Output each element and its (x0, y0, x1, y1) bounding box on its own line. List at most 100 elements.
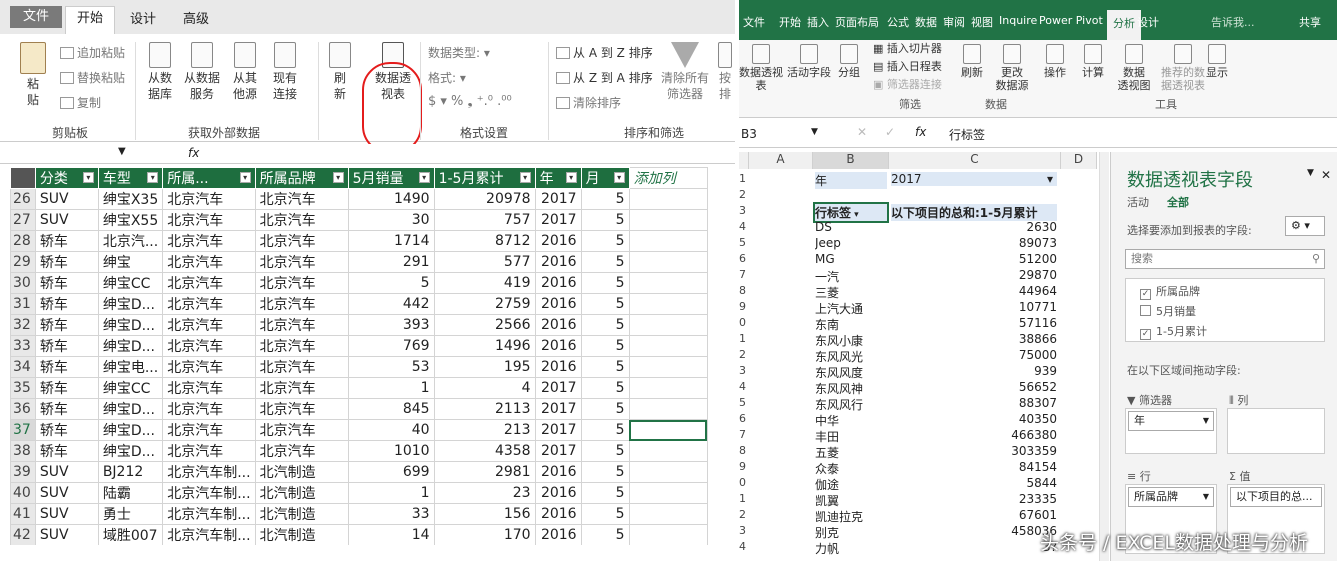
table-cell[interactable]: 2016 (534, 524, 582, 545)
table-cell[interactable]: 5 (580, 251, 630, 273)
table-cell[interactable]: 陆霸 (97, 482, 164, 504)
pivot-row-label[interactable]: 三菱 (815, 284, 887, 301)
table-cell[interactable]: 北京汽车 (254, 272, 349, 294)
table-cell[interactable]: 北汽制造 (254, 482, 349, 504)
add-column-cell[interactable] (628, 503, 708, 525)
table-cell[interactable]: 5 (580, 503, 630, 525)
row-number[interactable]: 9 (739, 300, 747, 313)
pivot-row-label[interactable]: 一汽 (815, 268, 887, 285)
table-cell[interactable]: 绅宝D... (97, 314, 164, 336)
filter-dropdown-icon[interactable]: ▾ (239, 172, 251, 183)
pivot-value-header[interactable]: 以下项目的总和:1-5月累计 (891, 204, 1057, 221)
table-cell[interactable]: 1714 (347, 230, 435, 252)
table-cell[interactable]: 5 (580, 314, 630, 336)
table-cell[interactable]: 轿车 (34, 377, 99, 399)
tell-me-search[interactable]: 告诉我... (1211, 14, 1255, 30)
table-cell[interactable]: 757 (433, 209, 536, 231)
column-header[interactable]: 所属品牌 ▾ (254, 167, 349, 189)
pivot-row-label[interactable]: MG (815, 252, 887, 266)
table-cell[interactable]: BJ212 (97, 461, 164, 483)
table-cell[interactable]: 轿车 (34, 272, 99, 294)
table-cell[interactable]: 北京汽车 (162, 209, 256, 231)
table-cell[interactable]: 1010 (347, 440, 435, 462)
table-cell[interactable]: 419 (433, 272, 536, 294)
table-cell[interactable]: 北京汽车 (162, 272, 256, 294)
row-field-brand[interactable]: 所属品牌 ▼ (1128, 487, 1214, 507)
name-box-dropdown[interactable]: ▼ (811, 127, 818, 137)
row-number[interactable]: 0 (739, 476, 747, 489)
table-cell[interactable]: 5 (580, 482, 630, 504)
tab-0[interactable]: 文件 (743, 14, 765, 30)
pivot-chart-button[interactable]: 数据 透视图 (1115, 44, 1153, 92)
table-cell[interactable]: 北京汽车 (254, 230, 349, 252)
filter-dropdown-icon[interactable]: ▾ (418, 172, 430, 183)
pivot-row-label[interactable]: 凯迪拉克 (815, 508, 887, 525)
pivot-value[interactable]: 939 (891, 364, 1057, 378)
table-cell[interactable]: 195 (433, 356, 536, 378)
pivot-value[interactable]: 2630 (891, 220, 1057, 234)
field-item[interactable]: ✓ 1-5月累计 (1140, 323, 1207, 340)
pivot-row-label[interactable]: 东风风光 (815, 348, 887, 365)
table-cell[interactable]: 轿车 (34, 293, 99, 315)
add-column-cell[interactable] (628, 230, 708, 252)
tab-advanced[interactable]: 高级 (183, 8, 209, 27)
tab-all-fields[interactable]: 全部 (1167, 194, 1189, 210)
table-cell[interactable]: 北京汽车 (162, 293, 256, 315)
table-cell[interactable]: SUV (34, 188, 99, 210)
column-header[interactable]: 车型 ▾ (97, 167, 164, 189)
table-cell[interactable]: 5 (580, 377, 630, 399)
table-cell[interactable]: 北京汽车 (162, 419, 256, 441)
tab-9[interactable]: Power Pivot (1039, 14, 1103, 27)
table-cell[interactable]: 2016 (534, 314, 582, 336)
row-number[interactable]: 1 (739, 172, 747, 185)
tab-10[interactable]: 分析 (1107, 10, 1141, 40)
table-cell[interactable]: 2981 (433, 461, 536, 483)
table-cell[interactable]: 绅宝D... (97, 419, 164, 441)
table-cell[interactable]: 769 (347, 335, 435, 357)
tab-8[interactable]: Inquire (999, 14, 1037, 27)
table-cell[interactable]: 绅宝D... (97, 440, 164, 462)
table-cell[interactable]: 绅宝X55 (97, 209, 164, 231)
column-header[interactable]: 分类 ▾ (34, 167, 99, 189)
table-cell[interactable]: 绅宝D... (97, 335, 164, 357)
column-header[interactable]: D (1061, 152, 1097, 169)
row-number[interactable]: 2 (739, 188, 747, 201)
row-number[interactable]: 1 (739, 332, 747, 345)
table-cell[interactable]: 40 (347, 419, 435, 441)
row-number[interactable]: 4 (739, 220, 747, 233)
table-cell[interactable]: 2016 (534, 461, 582, 483)
add-column-cell[interactable] (628, 293, 708, 315)
insert-timeline-button[interactable]: ▤ 插入日程表 (873, 60, 942, 73)
pivot-row-label[interactable]: Jeep (815, 236, 887, 250)
enter-icon[interactable]: ✓ (885, 125, 895, 139)
table-cell[interactable]: 北京汽车 (254, 188, 349, 210)
table-cell[interactable]: 699 (347, 461, 435, 483)
table-cell[interactable]: 393 (347, 314, 435, 336)
pivot-value[interactable]: 5844 (891, 476, 1057, 490)
add-column-cell[interactable] (628, 356, 708, 378)
field-item[interactable]: 5月销量 (1140, 303, 1196, 319)
tab-1[interactable]: 开始 (779, 14, 801, 30)
clear-all-filters-button[interactable]: 清除所有 筛选器 (660, 42, 710, 102)
table-cell[interactable]: 2566 (433, 314, 536, 336)
row-number[interactable]: 5 (739, 236, 747, 249)
pivot-row-label[interactable]: DS (815, 220, 887, 234)
table-cell[interactable]: 北京汽车 (254, 293, 349, 315)
pivot-value[interactable]: 38866 (891, 332, 1057, 346)
row-number[interactable]: 40 (10, 482, 36, 504)
columns-drop-area[interactable] (1227, 408, 1325, 454)
table-cell[interactable]: 北京汽车 (162, 335, 256, 357)
table-cell[interactable]: 2016 (534, 482, 582, 504)
table-cell[interactable]: 5 (580, 188, 630, 210)
pivot-value[interactable]: 466380 (891, 428, 1057, 442)
row-number[interactable]: 29 (10, 251, 36, 273)
row-number[interactable]: 2 (739, 508, 747, 521)
add-column-cell[interactable] (628, 524, 708, 545)
table-cell[interactable]: 2016 (534, 272, 582, 294)
table-cell[interactable]: 156 (433, 503, 536, 525)
tab-2[interactable]: 插入 (807, 14, 829, 30)
table-cell[interactable]: 33 (347, 503, 435, 525)
checkbox-checked[interactable]: ✓ (1140, 329, 1151, 340)
table-cell[interactable]: 5 (580, 293, 630, 315)
field-item[interactable]: ✓ 所属品牌 (1140, 283, 1200, 300)
